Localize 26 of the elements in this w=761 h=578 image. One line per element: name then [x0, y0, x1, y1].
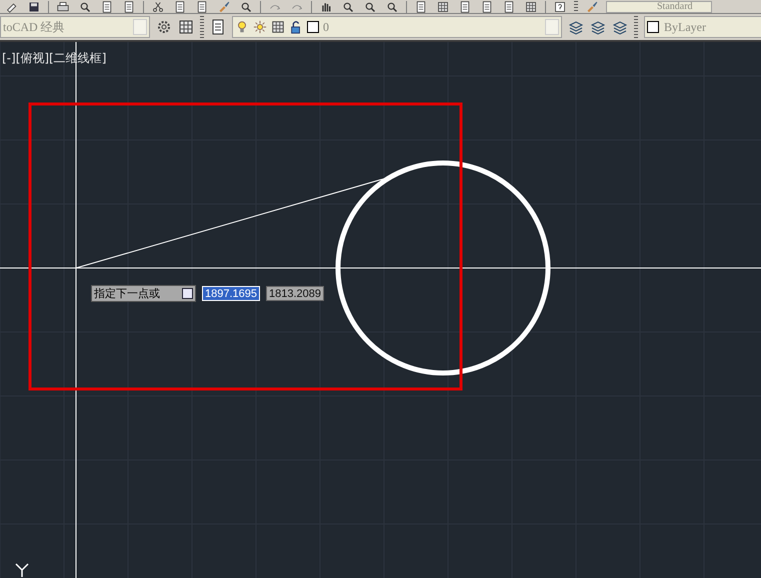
bulb-icon[interactable]: [235, 20, 249, 34]
layer-dropdown[interactable]: 0: [232, 16, 562, 38]
color-swatch: [647, 21, 659, 33]
text-style-dropdown[interactable]: Standard: [606, 1, 712, 13]
options-dropdown-icon[interactable]: [182, 288, 193, 299]
window-icon[interactable]: [178, 19, 194, 35]
grid-icon[interactable]: [523, 1, 539, 13]
help-icon[interactable]: [552, 1, 568, 13]
gear-icon[interactable]: [156, 19, 172, 35]
layer-properties-icon[interactable]: [210, 19, 226, 35]
padlock-icon[interactable]: [289, 20, 303, 34]
coordinate-field[interactable]: 1813.2089: [266, 286, 324, 301]
layer-icon[interactable]: [271, 20, 285, 34]
workspace-dropdown[interactable]: toCAD 经典: [0, 16, 150, 38]
color-swatch: [307, 21, 319, 33]
coordinate-field[interactable]: 1897.1695: [202, 286, 260, 301]
layers-icon[interactable]: [612, 19, 628, 35]
prompt-text: 指定下一点或: [94, 286, 160, 301]
ucs-y-axis-icon: [15, 563, 29, 578]
layers-icon[interactable]: [568, 19, 584, 35]
scissors-icon[interactable]: [150, 1, 166, 13]
layers-icon[interactable]: [590, 19, 606, 35]
sun-icon[interactable]: [253, 20, 267, 34]
grid-icon[interactable]: [435, 1, 451, 13]
color-dropdown[interactable]: ByLayer: [644, 16, 761, 38]
printer-icon[interactable]: [55, 1, 71, 13]
